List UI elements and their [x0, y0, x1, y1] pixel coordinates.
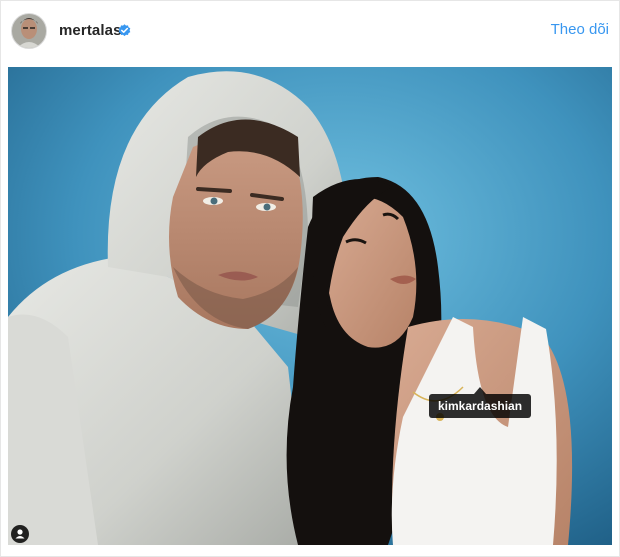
user-tag-label[interactable]: kimkardashian: [429, 394, 532, 418]
post-photo[interactable]: kimkardashian: [8, 67, 612, 545]
user-tags-button[interactable]: [11, 525, 29, 543]
tag-pointer: [474, 387, 486, 394]
instagram-post: mertalas Theo dõi kimkardashian: [0, 0, 620, 557]
verified-badge-icon: [118, 24, 131, 37]
avatar[interactable]: [11, 13, 47, 49]
tagged-username: kimkardashian: [438, 399, 523, 413]
follow-button[interactable]: Theo dõi: [551, 20, 609, 40]
post-header: mertalas Theo dõi: [1, 1, 619, 59]
user-tag-icon: [15, 529, 25, 539]
username[interactable]: mertalas: [59, 22, 122, 39]
photo-image: [8, 67, 612, 545]
